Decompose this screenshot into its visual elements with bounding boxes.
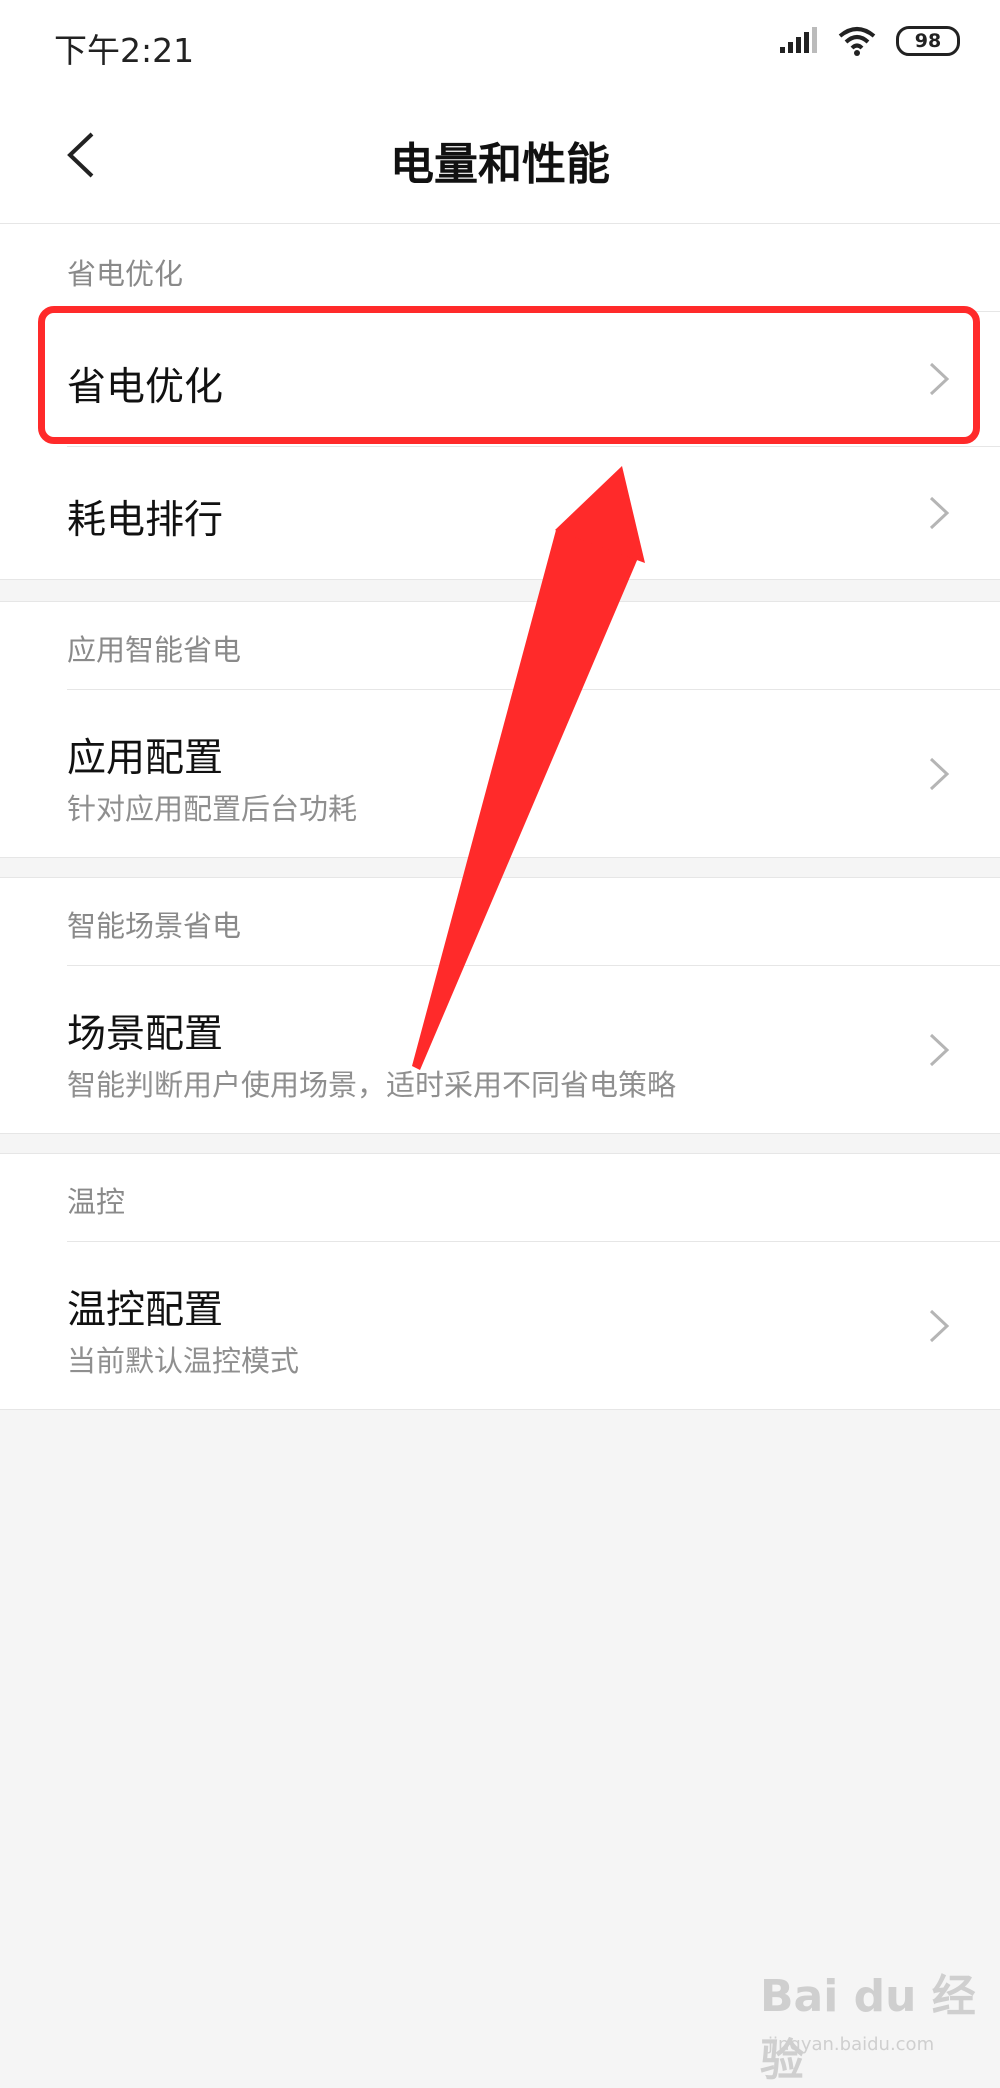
section-header: 智能场景省电 bbox=[67, 909, 242, 943]
section-header: 温控 bbox=[67, 1185, 126, 1219]
chevron-right-icon bbox=[929, 757, 950, 791]
status-time: 下午2:21 bbox=[54, 31, 195, 70]
item-title: 耗电排行 bbox=[67, 498, 224, 543]
page-title: 电量和性能 bbox=[390, 139, 610, 190]
chevron-right-icon bbox=[929, 362, 950, 396]
signal-icon bbox=[780, 27, 817, 53]
item-subtitle: 智能判断用户使用场景，适时采用不同省电策略 bbox=[67, 1068, 677, 1102]
list-item-power-optimize[interactable]: 省电优化 bbox=[0, 312, 1000, 446]
item-subtitle: 当前默认温控模式 bbox=[67, 1344, 300, 1378]
top-bar: 下午2:21 98 电量和性能 bbox=[0, 0, 1000, 224]
list-item-thermal-config[interactable]: 温控配置 当前默认温控模式 bbox=[0, 1242, 1000, 1409]
list-item-app-config[interactable]: 应用配置 针对应用配置后台功耗 bbox=[0, 690, 1000, 857]
item-title: 应用配置 bbox=[67, 736, 224, 781]
chevron-right-icon bbox=[929, 496, 950, 530]
watermark-url: jingyan.baidu.com bbox=[768, 2034, 935, 2055]
status-icons: 98 bbox=[778, 26, 960, 56]
wifi-icon bbox=[838, 27, 876, 56]
list-item-power-ranking[interactable]: 耗电排行 bbox=[0, 447, 1000, 579]
item-title: 省电优化 bbox=[67, 365, 224, 410]
watermark-logo: Bai du 经验 bbox=[760, 1971, 976, 2086]
chevron-right-icon bbox=[929, 1033, 950, 1067]
item-subtitle: 针对应用配置后台功耗 bbox=[67, 792, 358, 826]
list-item-scene-config[interactable]: 场景配置 智能判断用户使用场景，适时采用不同省电策略 bbox=[0, 966, 1000, 1133]
item-title: 温控配置 bbox=[67, 1288, 224, 1333]
item-title: 场景配置 bbox=[67, 1012, 224, 1057]
chevron-right-icon bbox=[929, 1309, 950, 1343]
section-header: 应用智能省电 bbox=[67, 633, 242, 667]
section-app-smart-saving: 应用智能省电 应用配置 针对应用配置后台功耗 bbox=[0, 601, 1000, 858]
section-scene-saving: 智能场景省电 场景配置 智能判断用户使用场景，适时采用不同省电策略 bbox=[0, 877, 1000, 1134]
section-thermal-control: 温控 温控配置 当前默认温控模式 bbox=[0, 1153, 1000, 1410]
section-power-saving: 省电优化 省电优化 耗电排行 bbox=[0, 224, 1000, 580]
section-header: 省电优化 bbox=[67, 257, 184, 291]
battery-indicator: 98 bbox=[896, 26, 960, 56]
